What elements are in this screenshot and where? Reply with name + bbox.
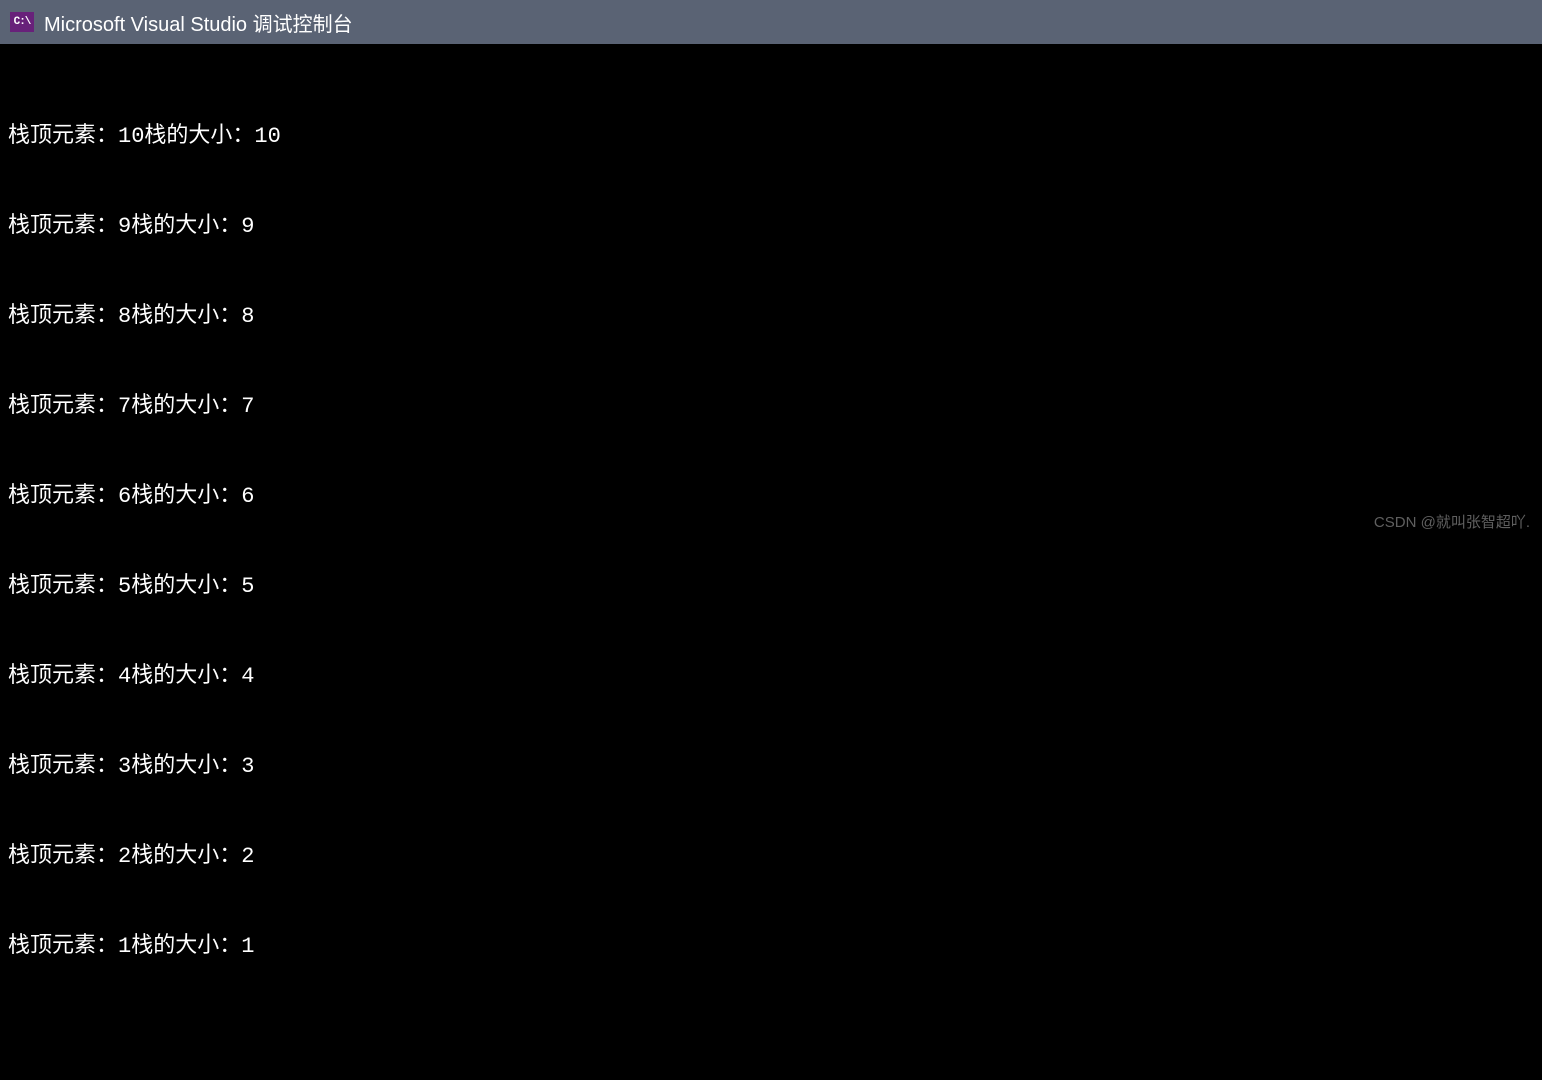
titlebar[interactable]: C:\ Microsoft Visual Studio 调试控制台 — [0, 0, 1542, 44]
console-line: 栈顶元素：5栈的大小：5 — [8, 572, 1534, 602]
app-icon: C:\ — [10, 12, 34, 32]
window-title: Microsoft Visual Studio 调试控制台 — [44, 8, 353, 37]
watermark: CSDN @就叫张智超吖. — [1374, 511, 1530, 532]
console-line: 栈顶元素：6栈的大小：6 — [8, 482, 1534, 512]
console-output[interactable]: 栈顶元素：10栈的大小：10 栈顶元素：9栈的大小：9 栈顶元素：8栈的大小：8… — [0, 44, 1542, 1080]
console-line: 栈顶元素：7栈的大小：7 — [8, 392, 1534, 422]
console-line: 栈顶元素：10栈的大小：10 — [8, 122, 1534, 152]
console-line: 栈顶元素：4栈的大小：4 — [8, 662, 1534, 692]
console-line: 栈顶元素：3栈的大小：3 — [8, 752, 1534, 782]
console-line: 栈顶元素：1栈的大小：1 — [8, 932, 1534, 962]
console-line: 栈顶元素：8栈的大小：8 — [8, 302, 1534, 332]
console-line: 栈顶元素：2栈的大小：2 — [8, 842, 1534, 872]
console-line: 栈顶元素：9栈的大小：9 — [8, 212, 1534, 242]
